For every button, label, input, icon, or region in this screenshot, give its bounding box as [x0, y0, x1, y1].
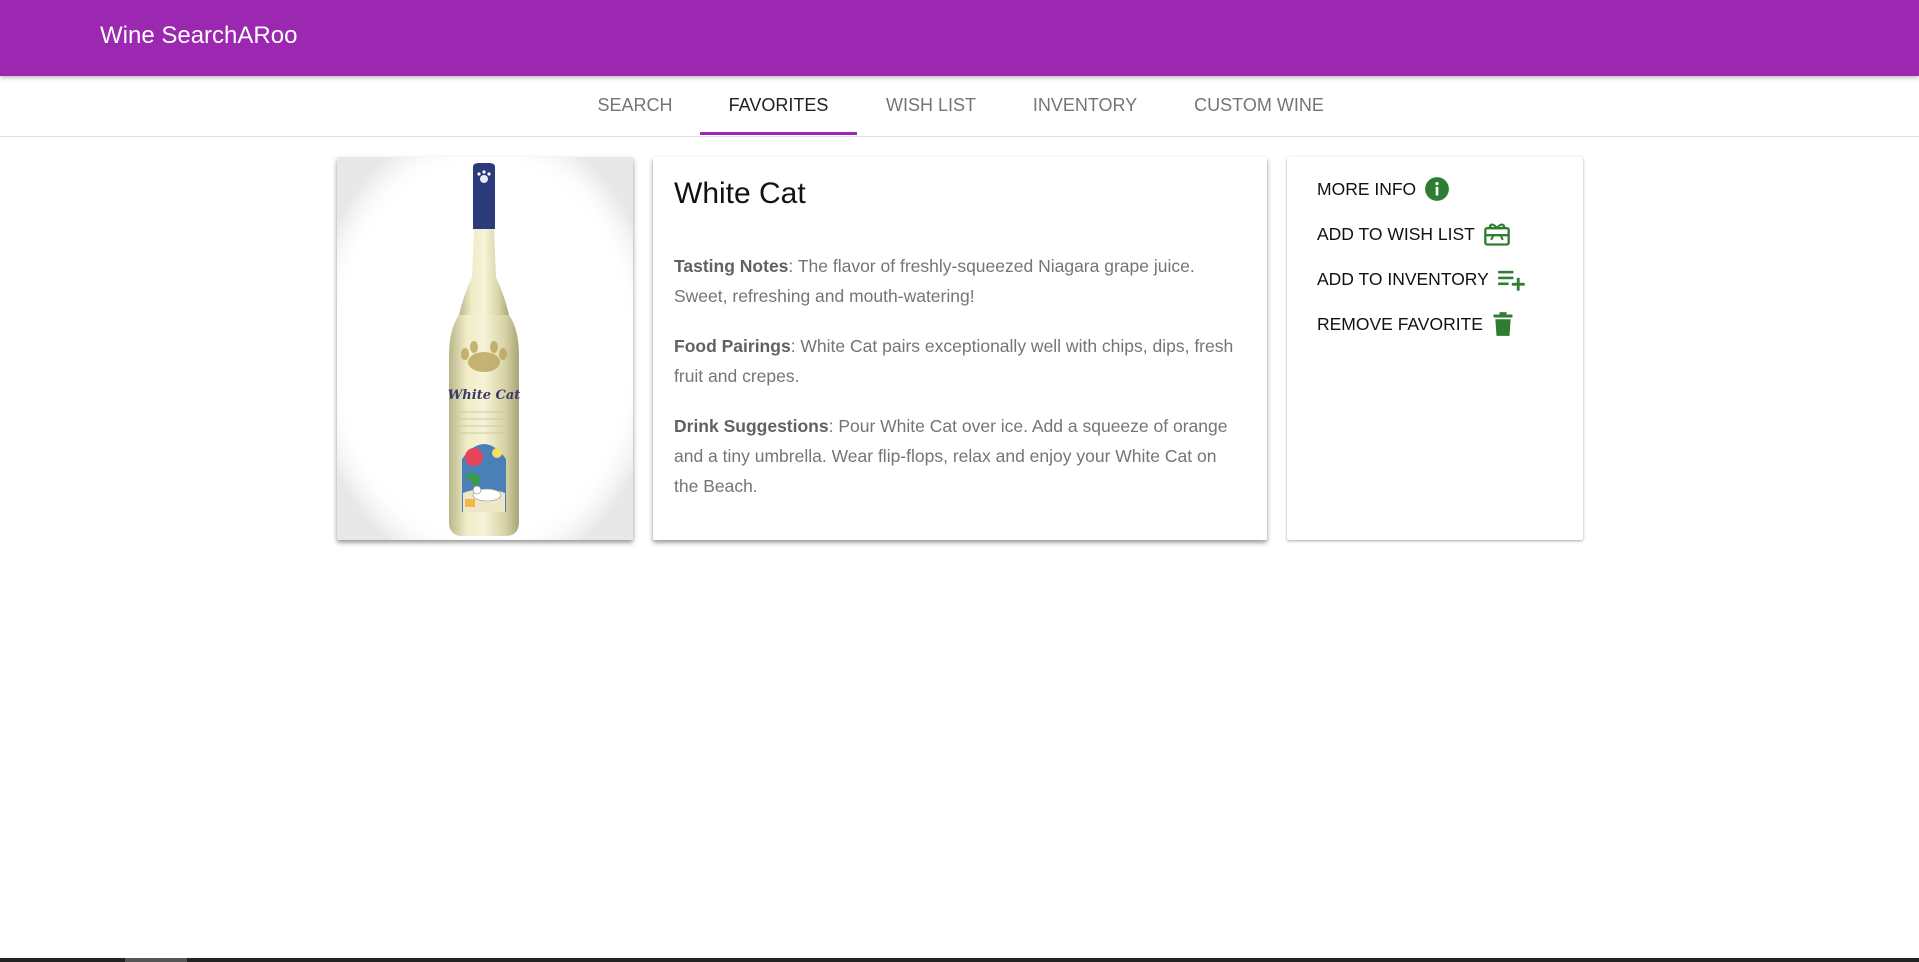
- tasting-notes: Tasting Notes: The flavor of freshly-squ…: [674, 251, 1234, 311]
- wine-name: White Cat: [674, 177, 806, 210]
- info-icon: [1425, 177, 1450, 201]
- food-pairings: Food Pairings: White Cat pairs exception…: [674, 331, 1234, 391]
- tab-wish-list[interactable]: Wish List: [870, 76, 992, 135]
- tab-custom-wine[interactable]: Custom Wine: [1182, 76, 1336, 135]
- tab-favorites[interactable]: Favorites: [700, 76, 857, 135]
- tab-bar: Search Favorites Wish List Inventory Cus…: [0, 76, 1919, 137]
- wine-image-card: White Cat: [337, 157, 633, 540]
- drink-suggestions-heading: Drink Suggestions: [674, 416, 829, 436]
- remove-favorite-label: Remove Favorite: [1317, 313, 1483, 334]
- trash-icon: [1493, 312, 1513, 336]
- scroll-indicator: [125, 958, 187, 962]
- drink-suggestions: Drink Suggestions: Pour White Cat over i…: [674, 411, 1234, 501]
- wine-bottle-image: White Cat: [337, 157, 633, 540]
- actions-card: More Info Add to Wish List Add to Invent…: [1287, 157, 1583, 540]
- tab-inventory[interactable]: Inventory: [1022, 76, 1148, 135]
- wine-details-card: White Cat Tasting Notes: The flavor of f…: [653, 157, 1267, 540]
- playlist-add-icon: [1497, 270, 1525, 291]
- add-to-wish-list-label: Add to Wish List: [1317, 223, 1475, 244]
- app-title: Wine SearchARoo: [100, 22, 298, 49]
- tasting-notes-heading: Tasting Notes: [674, 256, 789, 276]
- bottom-border: [0, 958, 1919, 962]
- more-info-label: More Info: [1317, 178, 1417, 199]
- remove-favorite-button[interactable]: Remove Favorite: [1317, 309, 1515, 339]
- food-pairings-heading: Food Pairings: [674, 336, 791, 356]
- add-to-inventory-label: Add to Inventory: [1317, 268, 1489, 289]
- add-to-wish-list-button[interactable]: Add to Wish List: [1317, 219, 1511, 249]
- active-tab-indicator: [700, 132, 857, 135]
- tab-search[interactable]: Search: [580, 76, 690, 135]
- gift-card-icon: [1484, 223, 1510, 246]
- more-info-button[interactable]: More Info: [1317, 174, 1450, 204]
- add-to-inventory-button[interactable]: Add to Inventory: [1317, 264, 1525, 294]
- app-bar: Wine SearchARoo: [0, 0, 1919, 76]
